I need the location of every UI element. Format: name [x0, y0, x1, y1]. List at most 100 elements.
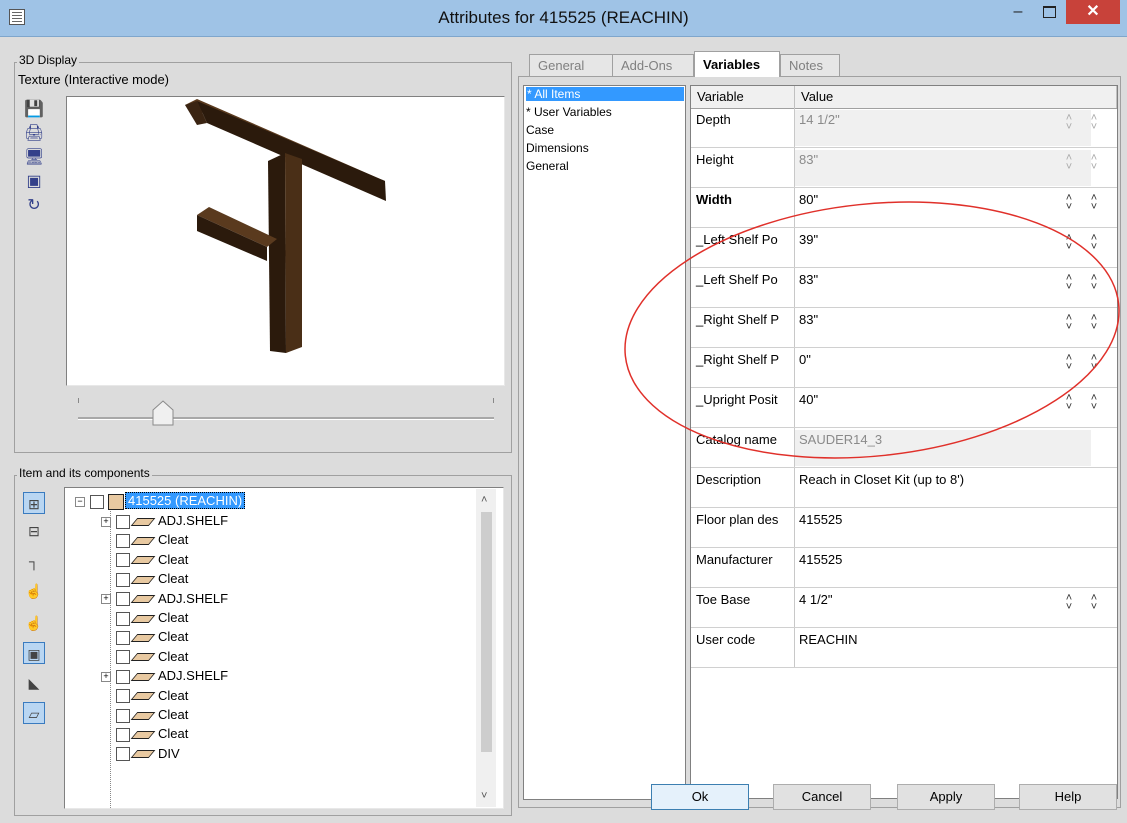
- tree-checkbox[interactable]: [116, 533, 130, 548]
- tree-item-label: Cleat: [158, 629, 189, 645]
- tree-item[interactable]: + ADJ.SHELF: [101, 667, 228, 685]
- variable-value[interactable]: REACHIN: [799, 632, 858, 647]
- print-icon[interactable]: 🖨: [24, 124, 44, 144]
- tree-checkbox[interactable]: [116, 669, 130, 684]
- tree-item[interactable]: Cleat: [101, 628, 188, 646]
- variable-value[interactable]: 415525: [799, 512, 842, 527]
- tree-checkbox[interactable]: [116, 727, 130, 742]
- grid-row[interactable]: User code REACHIN: [691, 628, 1117, 668]
- monitor-window-icon[interactable]: ▣: [24, 172, 44, 192]
- refresh-icon[interactable]: ↻: [24, 196, 44, 216]
- collapse-toggle[interactable]: −: [75, 496, 85, 507]
- shelf-icon: [130, 517, 156, 526]
- expand-toggle[interactable]: +: [101, 516, 111, 527]
- category-item[interactable]: * All Items: [526, 87, 684, 101]
- column-value[interactable]: Value: [795, 86, 1117, 108]
- category-item[interactable]: Dimensions: [526, 141, 589, 155]
- minimize-button[interactable]: –: [1003, 1, 1033, 25]
- collapse-all-icon[interactable]: ⊟: [23, 520, 45, 542]
- category-item[interactable]: Case: [526, 123, 554, 137]
- tree-item[interactable]: Cleat: [101, 609, 188, 627]
- category-item[interactable]: * User Variables: [526, 105, 612, 119]
- tree-item[interactable]: Cleat: [101, 531, 188, 549]
- column-variable[interactable]: Variable: [691, 86, 795, 108]
- scroll-down-icon[interactable]: ˅: [481, 790, 487, 802]
- tree-item[interactable]: Cleat: [101, 725, 188, 743]
- category-item[interactable]: General: [526, 159, 569, 173]
- spin-arrows-icon[interactable]: ˄ ˅: [1063, 113, 1075, 133]
- shelf-view-icon[interactable]: ▱: [23, 702, 45, 724]
- tree-root-label[interactable]: 415525 (REACHIN): [125, 492, 246, 509]
- spin-arrows-icon[interactable]: ˄ ˅: [1088, 113, 1100, 133]
- spin-arrows-icon[interactable]: ˄ ˅: [1063, 593, 1075, 613]
- grid-row[interactable]: Height 83" ˄ ˅ ˄ ˅: [691, 148, 1117, 188]
- component-tree[interactable]: − 415525 (REACHIN) + ADJ.SHELF Cleat Cleat Cl…: [64, 487, 504, 809]
- tab-notes[interactable]: Notes: [780, 54, 840, 76]
- tree-item-label: ADJ.SHELF: [158, 668, 229, 684]
- tab-add-ons[interactable]: Add-Ons: [612, 54, 694, 76]
- spin-arrows-icon[interactable]: ˄ ˅: [1063, 153, 1075, 173]
- tab-variables[interactable]: Variables: [694, 51, 780, 77]
- variable-name: Description: [691, 468, 795, 507]
- ok-button[interactable]: Ok: [651, 784, 749, 810]
- tree-checkbox[interactable]: [116, 708, 130, 723]
- shelf-icon: [130, 730, 156, 739]
- shelf-icon: [130, 633, 156, 642]
- grid-row[interactable]: Description Reach in Closet Kit (up to 8'…: [691, 468, 1117, 508]
- grid-row[interactable]: Floor plan des 415525: [691, 508, 1117, 548]
- spin-arrows-icon[interactable]: ˄ ˅: [1088, 153, 1100, 173]
- tree-scroll-thumb[interactable]: [481, 512, 492, 752]
- tree-checkbox[interactable]: [116, 572, 130, 587]
- tree-root[interactable]: − 415525 (REACHIN): [75, 492, 246, 510]
- tree-checkbox[interactable]: [116, 689, 130, 704]
- expand-all-icon[interactable]: ⊞: [23, 492, 45, 514]
- tree-item[interactable]: Cleat: [101, 551, 188, 569]
- tree-item[interactable]: Cleat: [101, 570, 188, 588]
- 3d-viewport[interactable]: [66, 96, 505, 386]
- tree-checkbox[interactable]: [90, 494, 104, 509]
- apply-button[interactable]: Apply: [897, 784, 995, 810]
- shelf-icon: [130, 653, 156, 662]
- grid-row[interactable]: Toe Base 4 1/2" ˄ ˅ ˄ ˅: [691, 588, 1117, 628]
- tree-item[interactable]: DIV: [101, 745, 180, 763]
- tree-item[interactable]: + ADJ.SHELF: [101, 590, 228, 608]
- variable-value[interactable]: 415525: [799, 552, 842, 567]
- save-icon[interactable]: 💾: [24, 100, 44, 120]
- shelf-icon: [130, 575, 156, 584]
- tree-checkbox[interactable]: [116, 553, 130, 568]
- tree-item-label: Cleat: [158, 532, 189, 548]
- hand-cursor-icon[interactable]: ☝: [23, 580, 45, 602]
- cancel-button[interactable]: Cancel: [773, 784, 871, 810]
- tree-item[interactable]: Cleat: [101, 706, 188, 724]
- variable-value[interactable]: 4 1/2": [799, 592, 833, 607]
- help-button[interactable]: Help: [1019, 784, 1117, 810]
- readonly-value-box: [795, 150, 1091, 186]
- tree-checkbox[interactable]: [116, 650, 130, 665]
- tree-checkbox[interactable]: [116, 611, 130, 626]
- view-slider-thumb[interactable]: [152, 400, 174, 426]
- expand-toggle[interactable]: +: [101, 594, 111, 605]
- tree-item[interactable]: + ADJ.SHELF: [101, 512, 228, 530]
- box-view-icon[interactable]: ▣: [23, 642, 45, 664]
- grid-row[interactable]: Depth 14 1/2" ˄ ˅ ˄ ˅: [691, 108, 1117, 148]
- scroll-up-icon[interactable]: ˄: [481, 494, 487, 506]
- tree-item[interactable]: Cleat: [101, 648, 188, 666]
- hand-icon[interactable]: ☝: [23, 612, 45, 634]
- tab-general[interactable]: General: [529, 54, 613, 76]
- tree-checkbox[interactable]: [116, 747, 130, 762]
- tree-checkbox[interactable]: [116, 630, 130, 645]
- expand-toggle[interactable]: +: [101, 671, 111, 682]
- variable-name: Toe Base: [691, 588, 795, 627]
- maximize-button[interactable]: [1034, 1, 1064, 25]
- grid-row[interactable]: Manufacturer 415525: [691, 548, 1117, 588]
- monitor-icon[interactable]: 🖥: [24, 148, 44, 168]
- spin-arrows-icon[interactable]: ˄ ˅: [1088, 593, 1100, 613]
- view-slider-track[interactable]: [78, 417, 494, 420]
- tree-item[interactable]: Cleat: [101, 687, 188, 705]
- tree-checkbox[interactable]: [116, 514, 130, 529]
- close-button[interactable]: ✕: [1066, 0, 1120, 24]
- hierarchy-icon[interactable]: ┐: [23, 550, 45, 572]
- variable-value[interactable]: Reach in Closet Kit (up to 8'): [799, 472, 964, 487]
- corner-view-icon[interactable]: ◣: [23, 672, 45, 694]
- tree-checkbox[interactable]: [116, 592, 130, 607]
